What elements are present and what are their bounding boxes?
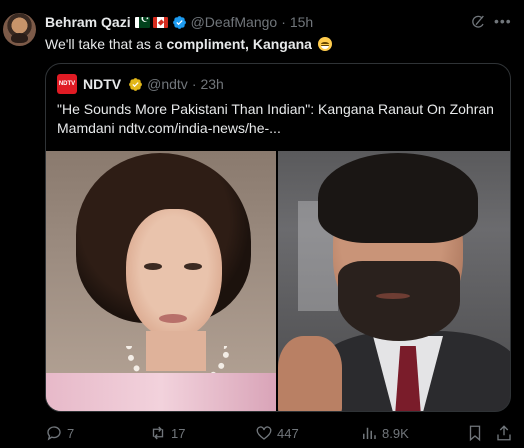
ndtv-logo[interactable]: NDTV <box>57 74 77 94</box>
photo-woman-portrait[interactable] <box>46 151 276 411</box>
like-button[interactable]: 447 <box>255 424 299 442</box>
author-display-name[interactable]: Behram Qazi <box>45 14 131 30</box>
photo-man-portrait[interactable] <box>278 151 510 411</box>
quoted-timestamp[interactable]: 23h <box>200 76 223 92</box>
reply-count: 7 <box>67 425 75 441</box>
more-options-icon[interactable]: ••• <box>494 12 511 30</box>
author-handle[interactable]: @DeafMango <box>191 14 278 30</box>
folded-hands <box>278 336 342 411</box>
tweet-header: Behram Qazi @DeafMango · 15h <box>45 13 313 31</box>
quoted-tweet-text: "He Sounds More Pakistani Than Indian": … <box>57 101 494 136</box>
tweet[interactable]: Behram Qazi @DeafMango · 15h ••• We'll t… <box>0 0 524 448</box>
like-count: 447 <box>277 425 299 441</box>
reply-icon <box>47 426 61 441</box>
beard <box>338 261 460 341</box>
share-button[interactable] <box>495 424 517 442</box>
hair <box>318 153 478 243</box>
tweet-text-bold: compliment, Kangana <box>166 36 312 52</box>
reply-button[interactable]: 7 <box>45 424 74 442</box>
views-button[interactable]: 8.9K <box>360 424 409 442</box>
separator-dot: · <box>281 14 286 30</box>
repost-icon <box>152 426 164 440</box>
tweet-text-plain: We'll take that as a <box>45 36 167 52</box>
quoted-tweet[interactable]: NDTV NDTV @ndtv · 23h "He Sounds More Pa… <box>45 63 511 412</box>
verified-badge-icon <box>172 15 186 29</box>
mouth <box>376 293 410 299</box>
tweet-actions: 7 17 447 8.9K <box>45 424 515 442</box>
separator-dot: · <box>191 76 197 92</box>
lips <box>159 314 187 323</box>
quoted-tweet-header: NDTV NDTV @ndtv · 23h <box>57 74 224 94</box>
views-bar-chart-icon <box>363 427 376 439</box>
dress <box>46 373 276 411</box>
avatar[interactable] <box>3 13 36 46</box>
grok-icon[interactable] <box>470 14 486 30</box>
views-count: 8.9K <box>382 425 409 441</box>
eye <box>184 263 202 270</box>
heart-icon <box>256 426 272 440</box>
quoted-display-name[interactable]: NDTV <box>83 76 121 92</box>
bookmark-button[interactable] <box>466 424 488 442</box>
pakistan-flag-icon <box>134 16 150 28</box>
bookmark-icon <box>469 425 481 442</box>
grinning-face-emoji-icon <box>317 37 332 51</box>
quoted-handle[interactable]: @ndtv <box>147 76 188 92</box>
tweet-text: We'll take that as a compliment, Kangana <box>45 35 332 53</box>
verified-gold-badge-icon <box>129 77 143 91</box>
quoted-media[interactable] <box>46 151 510 411</box>
repost-count: 17 <box>171 425 186 441</box>
eye <box>144 263 162 270</box>
tweet-timestamp[interactable]: 15h <box>290 14 313 30</box>
share-icon <box>497 425 511 441</box>
canada-flag-icon <box>152 16 168 28</box>
repost-button[interactable]: 17 <box>149 424 185 442</box>
